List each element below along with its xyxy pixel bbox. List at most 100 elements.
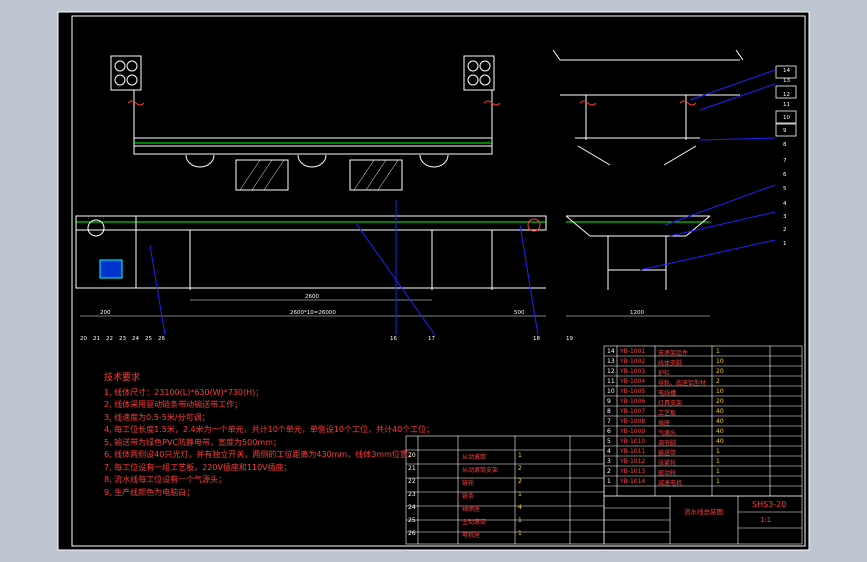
bom-upper-no: 6	[607, 428, 611, 435]
bom-upper-note: 1	[716, 468, 720, 475]
bom-upper-note: 1	[716, 348, 720, 355]
callout-17: 17	[428, 336, 435, 342]
dim-left-end: 200	[100, 310, 111, 316]
bom-lower-name: 链轮	[462, 480, 475, 487]
bom-upper-no: 7	[607, 418, 611, 425]
bom-lower-no: 24	[408, 504, 416, 511]
callout-7: 7	[783, 158, 787, 164]
bom-lower-no: 26	[408, 530, 416, 537]
bom-upper-code: YB-1001	[620, 348, 646, 355]
bom-lower-qty: 1	[518, 517, 522, 524]
callout-26: 26	[158, 336, 165, 342]
bom-upper-no: 14	[607, 348, 615, 355]
callout-24: 24	[132, 336, 139, 342]
bom-upper-note: 40	[716, 438, 724, 445]
tech-note: 3, 线速度为0.5-5米/分可调；	[104, 412, 210, 422]
bom-lower-name: 从动滚筒支架	[462, 467, 499, 474]
callout-12: 12	[783, 92, 790, 98]
callout-14: 14	[783, 68, 790, 74]
bom-upper-code: YB-1012	[620, 458, 646, 465]
bom-upper-no: 10	[607, 388, 615, 395]
bom-upper-no: 13	[607, 358, 615, 365]
tech-note: 8, 流水线每工位设有一个气源头；	[104, 475, 227, 484]
bom-upper-note: 2	[716, 378, 720, 385]
bom-upper-name: 支承架组件	[658, 350, 689, 357]
bom-upper-name: 灯具支架	[658, 400, 683, 407]
bom-upper-note: 20	[716, 398, 724, 405]
tech-note: 7, 每工位设有一组工艺板，220V插座和110V插座；	[104, 462, 292, 472]
callout-10: 10	[783, 115, 790, 121]
drawing-title: 流水线总装图	[684, 508, 723, 516]
bom-upper-note: 1	[716, 478, 720, 485]
bom-upper-no: 3	[607, 458, 611, 465]
bom-upper-no: 12	[607, 368, 615, 375]
bom-upper-note: 1	[716, 448, 720, 455]
bom-upper-note: 10	[716, 388, 724, 395]
bom-upper-no: 1	[607, 478, 611, 485]
bom-lower-name: 从动滚筒	[462, 454, 487, 461]
callout-13: 13	[783, 78, 790, 84]
bom-upper-note: 10	[716, 358, 724, 365]
callout-22: 22	[106, 336, 113, 342]
dim-total-length: 2600*10=26000	[290, 310, 336, 316]
callout-2: 2	[783, 227, 787, 233]
bom-lower-name: 轴承座	[462, 506, 481, 513]
bom-lower-no: 25	[408, 517, 416, 524]
bom-upper-name: 气源头	[658, 430, 677, 437]
tech-note: 9, 生产线颜色为电脑白；	[104, 487, 195, 497]
bom-upper-name: 插座	[658, 420, 671, 427]
callout-20: 20	[80, 336, 87, 342]
dim-width: 1200	[630, 310, 644, 316]
bom-lower-qty: 1	[518, 452, 522, 459]
tech-note: 1, 线体尺寸：23100(L)*630(W)*730(H)；	[104, 387, 264, 397]
callout-6: 6	[783, 172, 787, 178]
bom-upper-code: YB-1004	[620, 378, 646, 385]
bom-lower-qty: 4	[518, 504, 522, 511]
bom-upper-code: YB-1008	[620, 418, 646, 425]
bom-upper-name: 输送带	[658, 450, 677, 457]
tech-notes-title: 技术要求	[104, 373, 141, 383]
bom-upper-name: 调节脚	[658, 440, 677, 447]
bom-upper-code: YB-1014	[620, 478, 646, 485]
bom-lower-no: 20	[408, 452, 416, 459]
bom-upper-code: YB-1013	[620, 468, 646, 475]
bom-upper-code: YB-1010	[620, 438, 646, 445]
dim-right-end: 500	[514, 310, 525, 316]
bom-upper-note: 40	[716, 408, 724, 415]
bom-upper-name: 护栏	[658, 370, 671, 377]
bom-lower-name: 链条	[462, 493, 475, 500]
bom-lower-no: 23	[408, 491, 416, 498]
bom-upper-no: 5	[607, 438, 611, 445]
bom-upper-name: 驱动轮	[658, 470, 677, 477]
bom-lower-qty: 1	[518, 530, 522, 537]
bom-upper-no: 11	[607, 378, 615, 385]
bom-lower-qty: 2	[518, 478, 522, 485]
bom-upper-name: 减速电机	[658, 480, 683, 487]
bom-upper-no: 4	[607, 448, 611, 455]
bom-upper-code: YB-1009	[620, 428, 646, 435]
bom-lower-name: 主动滚筒	[462, 519, 487, 526]
bom-upper-code: YB-1005	[620, 388, 646, 395]
bom-lower-qty: 1	[518, 491, 522, 498]
bom-upper-note: 40	[716, 428, 724, 435]
callout-23: 23	[119, 336, 126, 342]
bom-lower-no: 21	[408, 465, 416, 472]
callout-5: 5	[783, 186, 787, 192]
bom-upper-no: 2	[607, 468, 611, 475]
tech-note: 5, 输送带为绿色PVC防静电带，宽度为500mm；	[104, 437, 281, 447]
callout-16: 16	[390, 336, 397, 342]
bom-upper-code: YB-1011	[620, 448, 646, 455]
callout-21: 21	[93, 336, 100, 342]
bom-upper-no: 8	[607, 408, 611, 415]
bom-upper-no: 9	[607, 398, 611, 405]
callout-25: 25	[145, 336, 152, 342]
callout-4: 4	[783, 201, 787, 207]
bom-upper-name: 导轨、底座铝型材	[658, 380, 707, 387]
dim-main-span: 2600	[305, 294, 319, 300]
tech-note: 2, 线体采用驱动链条带动输送带工作；	[104, 400, 243, 409]
bom-upper-name: 线体支脚	[658, 360, 683, 367]
drawing-scale: 1:1	[760, 516, 772, 524]
drawing-number: SHS3-20	[752, 500, 787, 509]
bom-upper-code: YB-1007	[620, 408, 646, 415]
tech-note: 4, 每工位长度1.5米，2.4米为一个单元，共计10个单元，单侧设10个工位，…	[104, 425, 435, 434]
